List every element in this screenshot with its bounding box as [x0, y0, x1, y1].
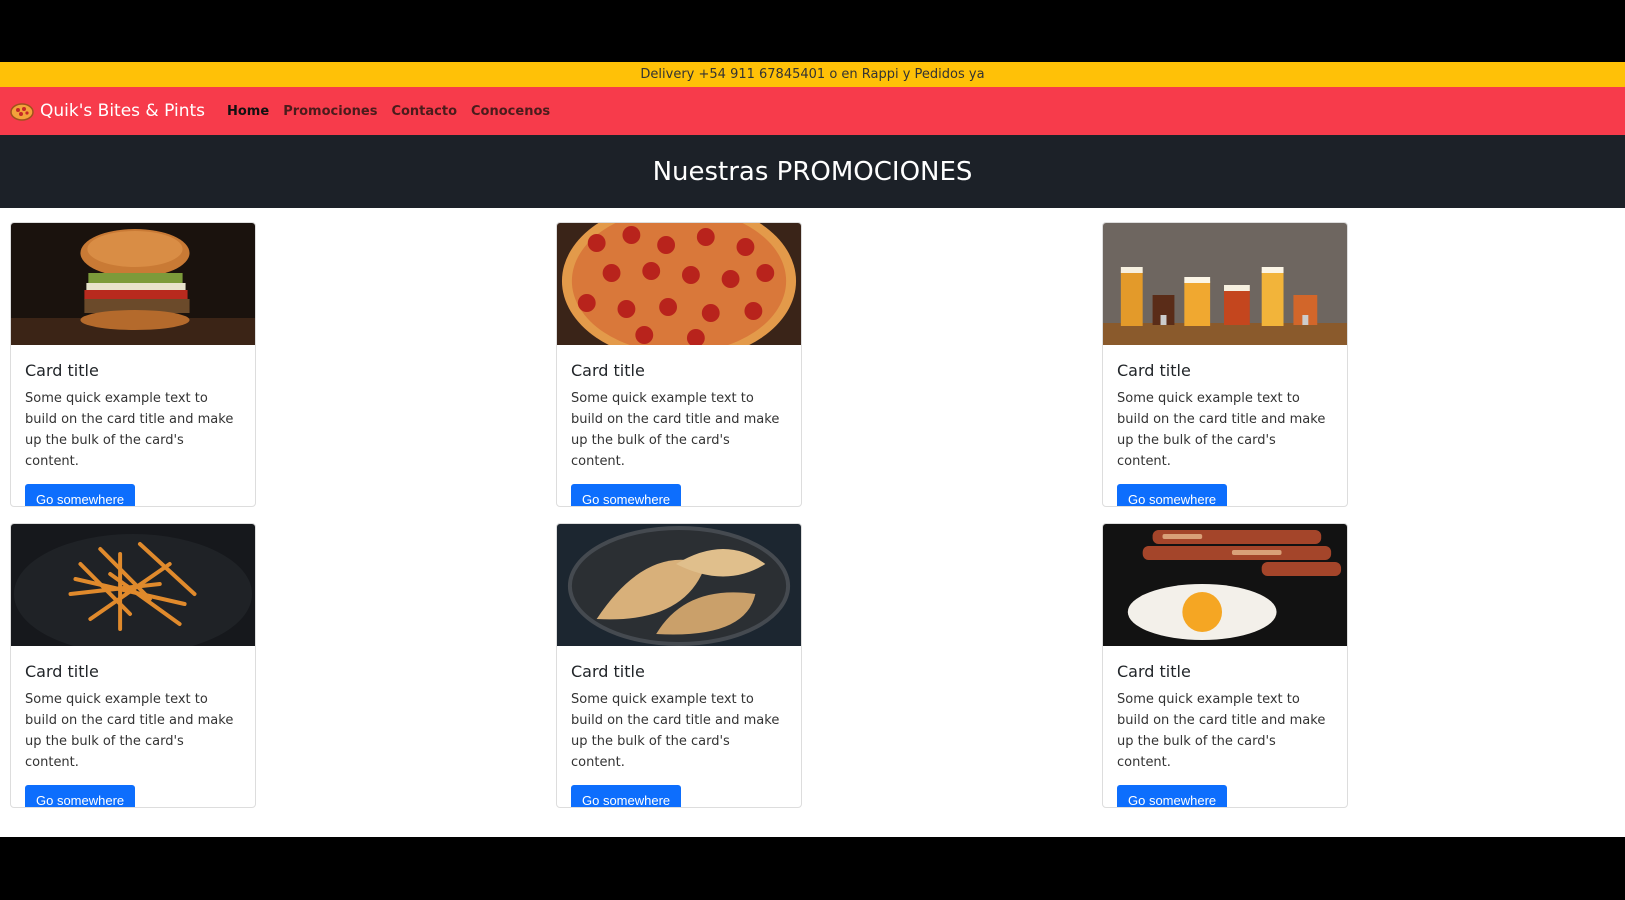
nav-contacto[interactable]: Contacto: [391, 104, 457, 119]
promo-card: Card title Some quick example text to bu…: [1102, 222, 1348, 507]
delivery-text: Delivery +54 911 67845401 o en Rappi y P…: [640, 67, 985, 82]
browser-viewport: Delivery +54 911 67845401 o en Rappi y P…: [0, 62, 1625, 837]
cards-grid: Card title Some quick example text to bu…: [0, 208, 1625, 808]
navbar: Quik's Bites & Pints Home Promociones Co…: [0, 87, 1625, 135]
card-text: Some quick example text to build on the …: [571, 391, 780, 469]
nav-home[interactable]: Home: [227, 104, 269, 119]
page-title: Nuestras PROMOCIONES: [652, 156, 973, 187]
promo-card: Card title Some quick example text to bu…: [10, 222, 256, 507]
promo-card: Card title Some quick example text to bu…: [10, 523, 256, 808]
card-text: Some quick example text to build on the …: [25, 391, 234, 469]
burger-photo: [11, 223, 255, 345]
page-header: Nuestras PROMOCIONES: [0, 135, 1625, 208]
go-somewhere-button[interactable]: Go somewhere: [571, 785, 682, 807]
pizza-photo: [557, 223, 801, 345]
beers-photo: [1103, 223, 1347, 345]
go-somewhere-button[interactable]: Go somewhere: [1117, 484, 1228, 506]
card-title: Card title: [571, 361, 645, 380]
fries-photo: [11, 524, 255, 646]
go-somewhere-button[interactable]: Go somewhere: [25, 484, 136, 506]
nav-conocenos[interactable]: Conocenos: [471, 104, 550, 119]
bacon-egg-photo: [1103, 524, 1347, 646]
brand-link[interactable]: Quik's Bites & Pints: [10, 101, 205, 121]
card-text: Some quick example text to build on the …: [571, 692, 780, 770]
promo-card: Card title Some quick example text to bu…: [556, 523, 802, 808]
empanadas-photo: [557, 524, 801, 646]
card-text: Some quick example text to build on the …: [1117, 391, 1326, 469]
go-somewhere-button[interactable]: Go somewhere: [25, 785, 136, 807]
go-somewhere-button[interactable]: Go somewhere: [571, 484, 682, 506]
promo-card: Card title Some quick example text to bu…: [1102, 523, 1348, 808]
pizza-logo-icon: [10, 103, 34, 121]
card-title: Card title: [1117, 662, 1191, 681]
card-title: Card title: [1117, 361, 1191, 380]
nav-promociones[interactable]: Promociones: [283, 104, 377, 119]
card-title: Card title: [25, 662, 99, 681]
go-somewhere-button[interactable]: Go somewhere: [1117, 785, 1228, 807]
promo-card: Card title Some quick example text to bu…: [556, 222, 802, 507]
card-text: Some quick example text to build on the …: [25, 692, 234, 770]
card-title: Card title: [25, 361, 99, 380]
brand-name: Quik's Bites & Pints: [40, 101, 205, 121]
delivery-banner: Delivery +54 911 67845401 o en Rappi y P…: [0, 62, 1625, 87]
card-text: Some quick example text to build on the …: [1117, 692, 1326, 770]
card-title: Card title: [571, 662, 645, 681]
